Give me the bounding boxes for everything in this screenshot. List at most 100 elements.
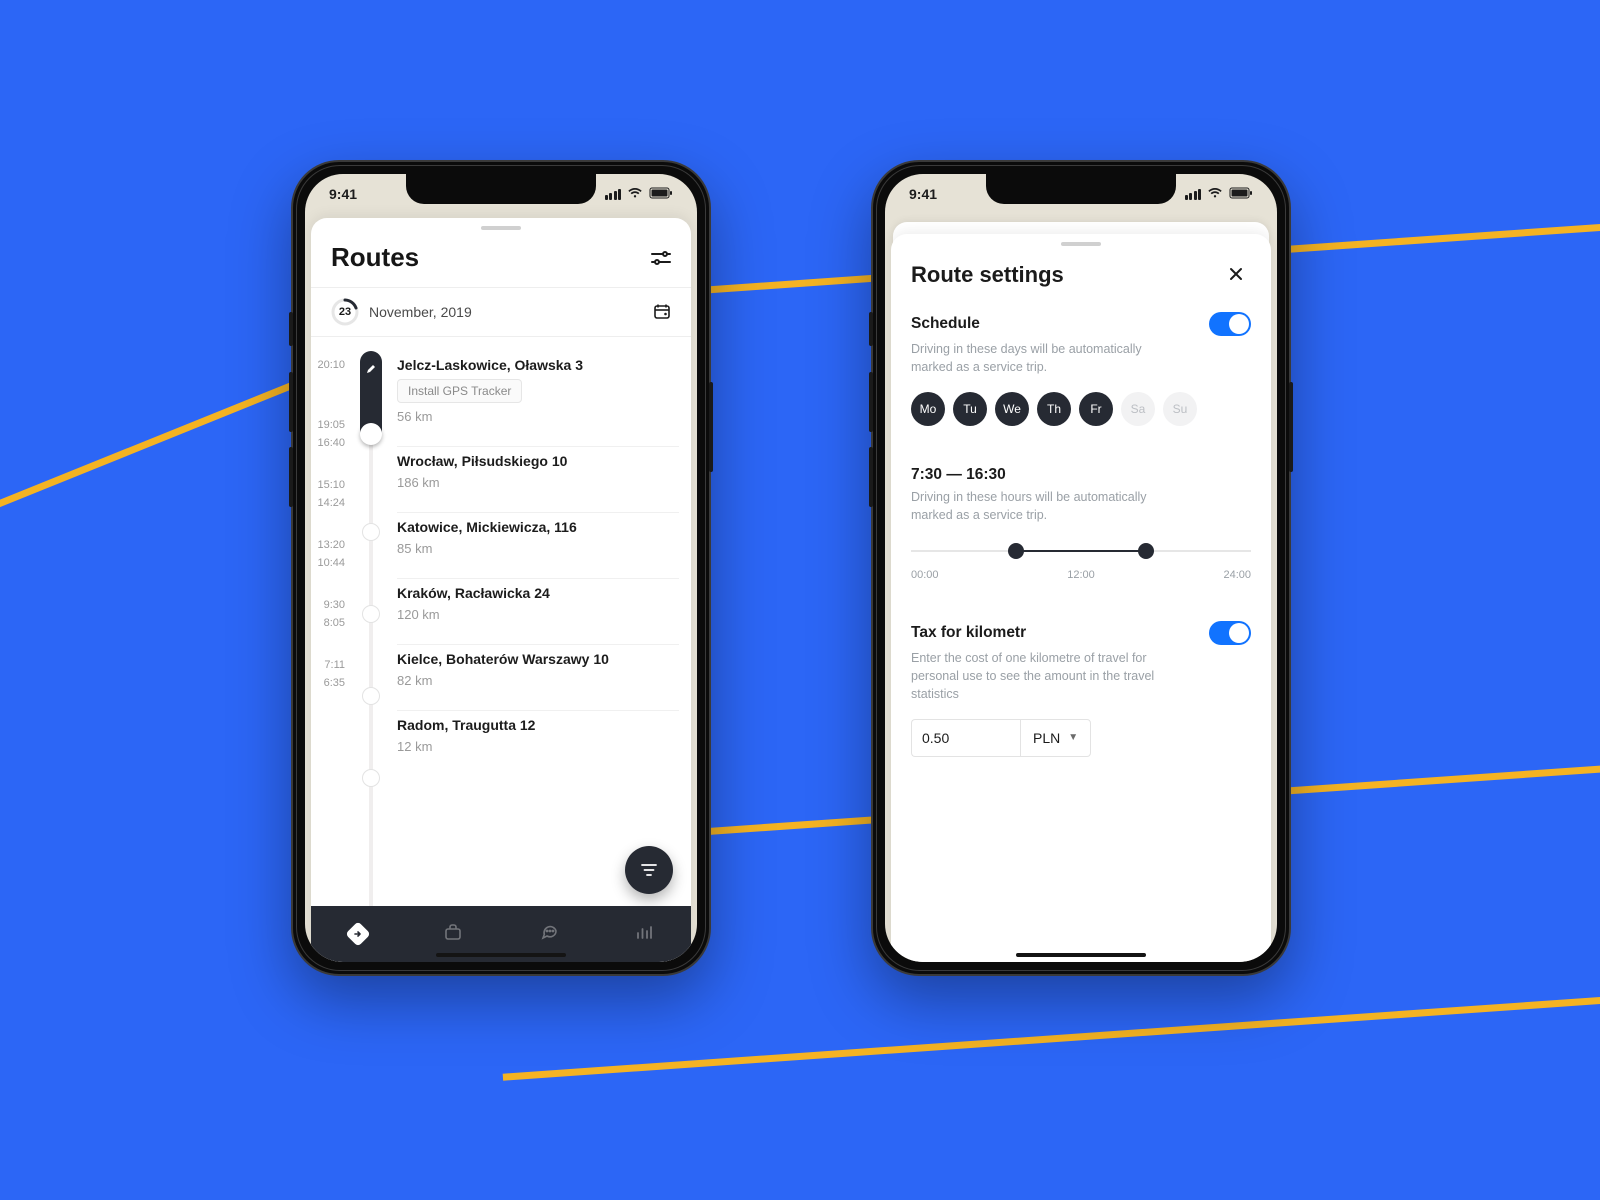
tab-routes[interactable] bbox=[349, 925, 367, 943]
currency-label: PLN bbox=[1033, 730, 1060, 746]
hours-subtitle: Driving in these hours will be automatic… bbox=[911, 488, 1171, 524]
slider-handle-end[interactable] bbox=[1138, 543, 1154, 559]
route-distance: 85 km bbox=[397, 541, 679, 556]
status-time: 9:41 bbox=[329, 186, 357, 202]
hours-slider[interactable] bbox=[911, 541, 1251, 561]
battery-icon bbox=[649, 186, 673, 202]
notch bbox=[986, 174, 1176, 204]
route-distance: 56 km bbox=[397, 409, 679, 424]
device-button bbox=[869, 372, 873, 432]
wifi-icon bbox=[627, 186, 643, 202]
phone-settings: 9:41 Route settings bbox=[871, 160, 1291, 976]
device-button bbox=[709, 382, 713, 472]
route-name: Katowice, Mickiewicza, 116 bbox=[397, 519, 679, 535]
timeline-stop[interactable] bbox=[362, 605, 380, 623]
time-label: 15:10 bbox=[311, 479, 351, 491]
route-tag: Install GPS Tracker bbox=[397, 379, 522, 403]
battery-icon bbox=[1229, 186, 1253, 202]
canvas: 9:41 Routes bbox=[0, 0, 1600, 1200]
home-indicator[interactable] bbox=[436, 953, 566, 957]
day-th[interactable]: Th bbox=[1037, 392, 1071, 426]
screen: 9:41 Routes bbox=[305, 174, 697, 962]
time-label: 19:05 bbox=[311, 419, 351, 431]
day-sa[interactable]: Sa bbox=[1121, 392, 1155, 426]
routes-sheet: Routes 23 November, 2019 bbox=[311, 218, 691, 962]
phone-routes: 9:41 Routes bbox=[291, 160, 711, 976]
date-selector[interactable]: 23 November, 2019 bbox=[311, 287, 691, 337]
day-mo[interactable]: Mo bbox=[911, 392, 945, 426]
close-button[interactable] bbox=[1221, 260, 1251, 290]
time-label: 20:10 bbox=[311, 359, 351, 371]
device-button bbox=[289, 447, 293, 507]
signal-icon bbox=[605, 189, 622, 200]
schedule-title: Schedule bbox=[911, 315, 980, 333]
slider-handle-start[interactable] bbox=[1008, 543, 1024, 559]
time-column: 20:10 19:0516:4015:1014:2413:2010:449:30… bbox=[311, 337, 357, 962]
chevron-down-icon: ▼ bbox=[1068, 732, 1078, 743]
route-name: Kielce, Bohaterów Warszawy 10 bbox=[397, 651, 679, 667]
tax-value-input[interactable] bbox=[911, 719, 1020, 757]
route-item[interactable]: Jelcz-Laskowice, Oławska 3Install GPS Tr… bbox=[397, 351, 679, 447]
filter-fab[interactable] bbox=[625, 846, 673, 894]
route-name: Wrocław, Piłsudskiego 10 bbox=[397, 453, 679, 469]
time-label: 14:24 bbox=[311, 497, 351, 509]
tab-chat[interactable] bbox=[539, 923, 559, 946]
settings-sheet: Route settings Schedule Driving in these… bbox=[891, 234, 1271, 962]
device-button bbox=[869, 447, 873, 507]
tax-toggle[interactable] bbox=[1209, 621, 1251, 645]
timeline-stop[interactable] bbox=[362, 523, 380, 541]
day-we[interactable]: We bbox=[995, 392, 1029, 426]
device-button bbox=[869, 312, 873, 346]
route-distance: 120 km bbox=[397, 607, 679, 622]
date-day-badge: 23 bbox=[331, 298, 359, 326]
time-label: 10:44 bbox=[311, 557, 351, 569]
schedule-toggle[interactable] bbox=[1209, 312, 1251, 336]
route-item[interactable]: Katowice, Mickiewicza, 116 85 km bbox=[397, 513, 679, 579]
tick-mid: 12:00 bbox=[1067, 569, 1095, 581]
wifi-icon bbox=[1207, 186, 1223, 202]
signal-icon bbox=[1185, 189, 1202, 200]
tax-title: Tax for kilometr bbox=[911, 624, 1026, 642]
route-distance: 82 km bbox=[397, 673, 679, 688]
hours-range: 7:30 — 16:30 bbox=[911, 466, 1251, 484]
currency-select[interactable]: PLN ▼ bbox=[1020, 719, 1091, 757]
calendar-icon[interactable] bbox=[653, 302, 671, 323]
time-label: 8:05 bbox=[311, 617, 351, 629]
tab-work[interactable] bbox=[443, 923, 463, 946]
time-label: 6:35 bbox=[311, 677, 351, 689]
timeline-stop[interactable] bbox=[362, 769, 380, 787]
day-tu[interactable]: Tu bbox=[953, 392, 987, 426]
device-button bbox=[1289, 382, 1293, 472]
drag-handle[interactable] bbox=[481, 226, 521, 230]
route-item[interactable]: Radom, Traugutta 1212 km bbox=[397, 711, 679, 776]
timeline-stop[interactable] bbox=[362, 687, 380, 705]
device-button bbox=[289, 312, 293, 346]
notch bbox=[406, 174, 596, 204]
time-label: 16:40 bbox=[311, 437, 351, 449]
route-item[interactable]: Kielce, Bohaterów Warszawy 10 82 km bbox=[397, 645, 679, 711]
time-label: 13:20 bbox=[311, 539, 351, 551]
close-icon bbox=[1229, 265, 1243, 286]
tick-start: 00:00 bbox=[911, 569, 939, 581]
settings-sliders-icon[interactable] bbox=[651, 249, 671, 267]
route-item[interactable]: Wrocław, Piłsudskiego 10186 km bbox=[397, 447, 679, 513]
route-name: Kraków, Racławicka 24 bbox=[397, 585, 679, 601]
routes-list[interactable]: 20:10 19:0516:4015:1014:2413:2010:449:30… bbox=[311, 337, 691, 962]
page-title: Route settings bbox=[911, 262, 1064, 288]
home-indicator[interactable] bbox=[1016, 953, 1146, 957]
route-item[interactable]: Kraków, Racławicka 24 120 km bbox=[397, 579, 679, 645]
drag-handle[interactable] bbox=[1061, 242, 1101, 246]
schedule-subtitle: Driving in these days will be automatica… bbox=[911, 340, 1171, 376]
day-fr[interactable]: Fr bbox=[1079, 392, 1113, 426]
page-title: Routes bbox=[331, 242, 419, 273]
pencil-icon[interactable] bbox=[366, 361, 376, 379]
date-label: November, 2019 bbox=[369, 304, 472, 320]
route-name: Radom, Traugutta 12 bbox=[397, 717, 679, 733]
tax-subtitle: Enter the cost of one kilometre of trave… bbox=[911, 649, 1171, 703]
timeline-handle[interactable] bbox=[360, 423, 382, 445]
slider-ticks: 00:00 12:00 24:00 bbox=[911, 569, 1251, 581]
weekday-selector: MoTuWeThFrSaSu bbox=[911, 392, 1251, 426]
tab-stats[interactable] bbox=[635, 924, 653, 945]
route-arrow-icon bbox=[345, 921, 370, 946]
day-su[interactable]: Su bbox=[1163, 392, 1197, 426]
